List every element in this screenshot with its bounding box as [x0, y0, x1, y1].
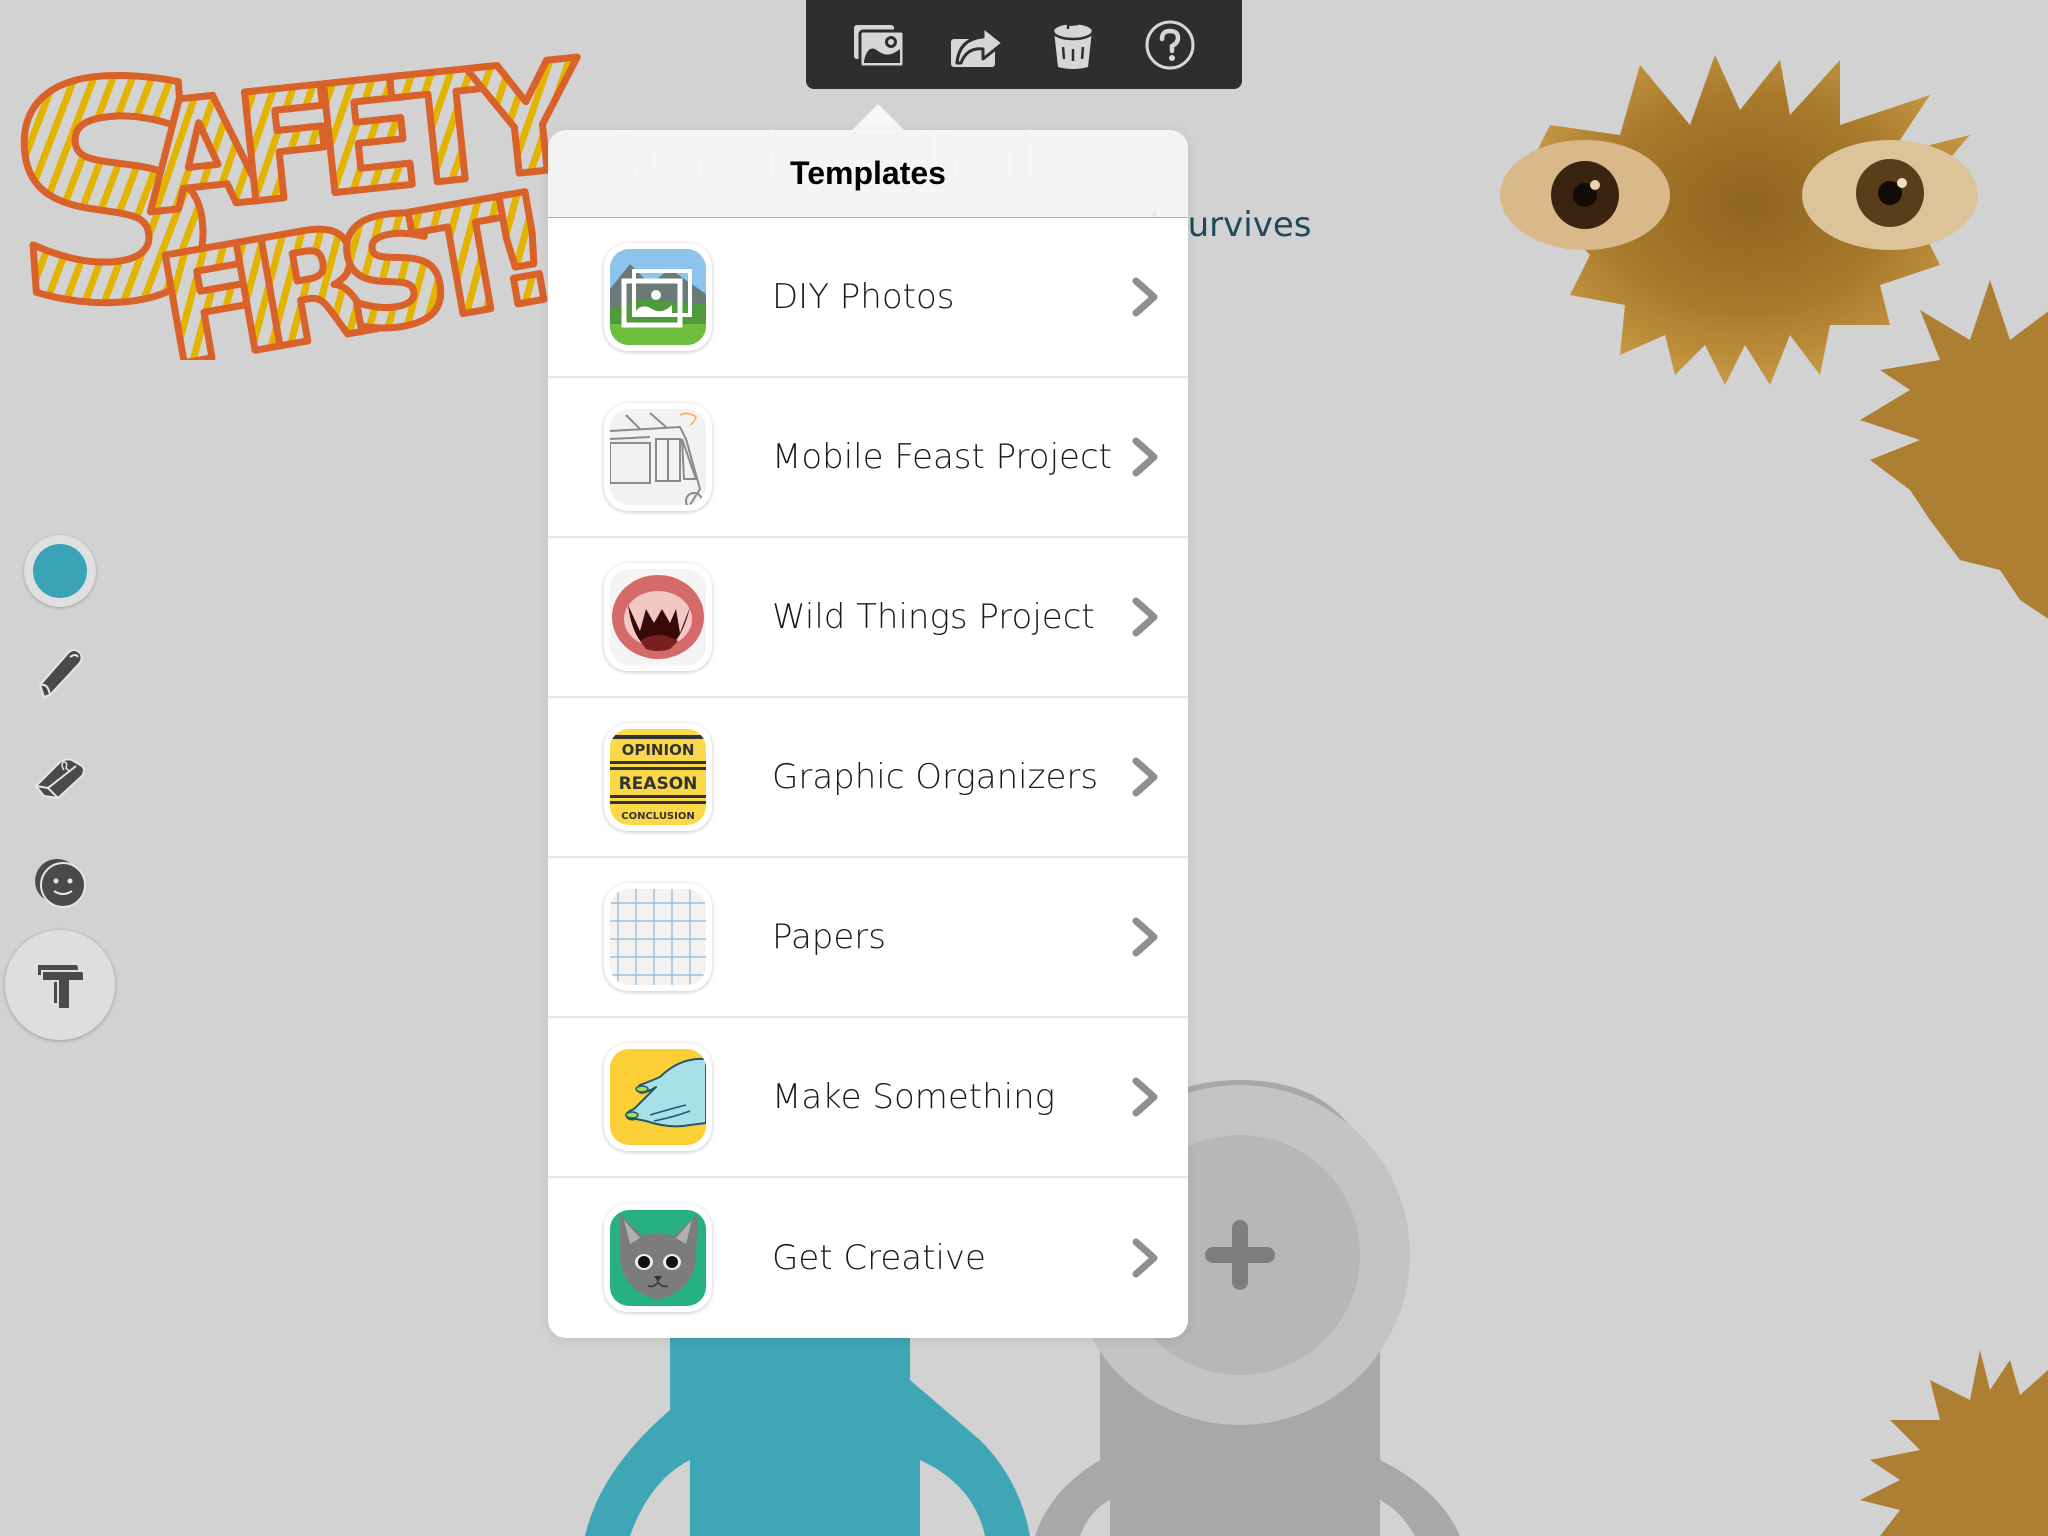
help-icon: [1145, 20, 1194, 69]
color-dot-icon: [33, 544, 87, 598]
eraser-tool-button[interactable]: [22, 740, 98, 816]
template-label: Mobile Feast Project: [772, 437, 1112, 477]
share-icon: [950, 25, 1004, 67]
chevron-right-icon: [1132, 1077, 1158, 1117]
photos-icon: [853, 24, 905, 68]
chevron-right-icon: [1132, 917, 1158, 957]
pen-icon: [38, 649, 83, 699]
template-label: DIY Photos: [772, 277, 955, 317]
trash-icon: [1051, 21, 1094, 69]
safety-first-sticker[interactable]: S AFETY FIRST!: [8, 20, 598, 360]
template-label: Wild Things Project: [772, 597, 1095, 637]
diy-photos-thumbnail: [604, 243, 712, 351]
spiky-monster-partial-right[interactable]: [1850, 280, 2048, 620]
eraser-icon: [34, 758, 85, 800]
text-tool-icon: [38, 965, 85, 1010]
sticker-face-icon: [35, 859, 86, 908]
template-item-wild-things-project[interactable]: Wild Things Project: [548, 538, 1188, 698]
thumb-text-opinion: OPINION: [622, 741, 695, 759]
template-label: Papers: [772, 917, 887, 957]
photos-button[interactable]: [844, 10, 914, 80]
popover-header: Templates: [548, 130, 1188, 218]
template-label: Make Something: [772, 1077, 1056, 1117]
stickers-tool-button[interactable]: [22, 845, 98, 921]
color-picker-button[interactable]: [24, 535, 96, 607]
chevron-right-icon: [1132, 597, 1158, 637]
monster-left-eye: [1500, 140, 1670, 250]
trash-button[interactable]: [1038, 10, 1108, 80]
share-button[interactable]: [941, 10, 1011, 80]
food-truck-thumbnail: [604, 403, 712, 511]
cat-face-thumbnail: [604, 1204, 712, 1312]
top-toolbar: [806, 0, 1242, 89]
template-item-mobile-feast-project[interactable]: Mobile Feast Project: [548, 378, 1188, 538]
chevron-right-icon: [1132, 437, 1158, 477]
hands-thumbnail: [604, 1043, 712, 1151]
popover-title: Templates: [790, 155, 946, 191]
text-tool-button[interactable]: [5, 930, 115, 1040]
thumb-text-conclusion: CONCLUSION: [621, 811, 694, 822]
templates-popover: Templates DIY Photos Mobile Feast Projec…: [548, 130, 1188, 1338]
template-item-get-creative[interactable]: Get Creative: [548, 1178, 1188, 1338]
chevron-right-icon: [1132, 1238, 1158, 1278]
template-label: Get Creative: [772, 1238, 986, 1278]
template-item-diy-photos[interactable]: DIY Photos: [548, 218, 1188, 378]
grid-paper-thumbnail: [604, 883, 712, 991]
popover-arrow: [850, 104, 906, 132]
template-list: DIY Photos Mobile Feast Project Wild Thi…: [548, 218, 1188, 1338]
opinion-reason-conclusion-thumbnail: OPINION REASON CONCLUSION: [604, 723, 712, 831]
help-button[interactable]: [1135, 10, 1205, 80]
chevron-right-icon: [1132, 277, 1158, 317]
template-item-graphic-organizers[interactable]: OPINION REASON CONCLUSION Graphic Organi…: [548, 698, 1188, 858]
template-item-papers[interactable]: Papers: [548, 858, 1188, 1018]
template-label: Graphic Organizers: [772, 757, 1099, 797]
pen-tool-button[interactable]: [22, 635, 98, 711]
spiky-monster-partial-bottom[interactable]: [1860, 1350, 2048, 1536]
chevron-right-icon: [1132, 757, 1158, 797]
thumb-text-reason: REASON: [619, 774, 698, 794]
monster-right-eye: [1802, 140, 1978, 250]
template-item-make-something[interactable]: Make Something: [548, 1018, 1188, 1178]
fanged-mouth-thumbnail: [604, 563, 712, 671]
